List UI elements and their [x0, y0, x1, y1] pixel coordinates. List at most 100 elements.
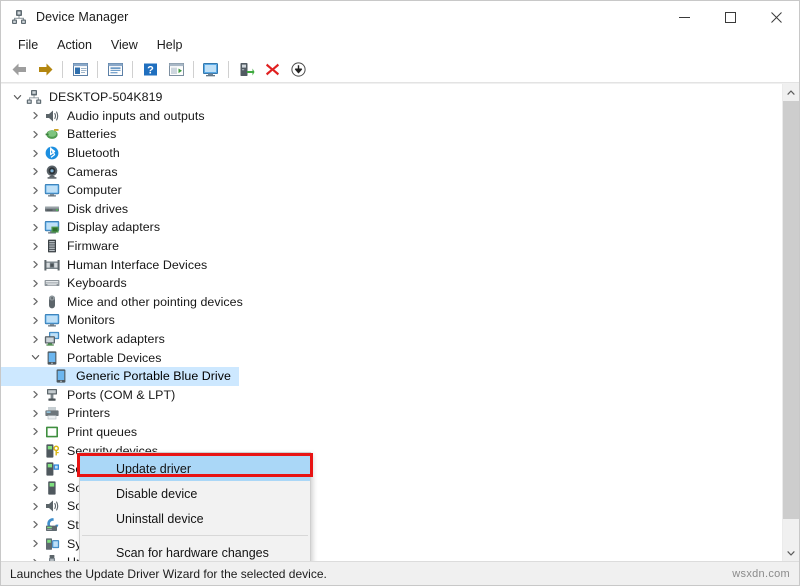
tree-item-desktop-504k819[interactable]: DESKTOP-504K819: [1, 88, 782, 107]
firmware-chip-icon: [44, 238, 61, 254]
camera-icon: [44, 164, 61, 180]
tree-item-label: Generic Portable Blue Drive: [76, 369, 231, 384]
toolbar-separator-3: [132, 61, 133, 78]
chevron-right-icon[interactable]: [27, 335, 44, 344]
tree-item-firmware[interactable]: Firmware: [1, 237, 782, 256]
tree-item-keyboards[interactable]: Keyboards: [1, 274, 782, 293]
tree-item-disk-drives[interactable]: Disk drives: [1, 200, 782, 219]
chevron-right-icon[interactable]: [27, 427, 44, 436]
context-menu-item-scan-for-hardware-changes[interactable]: Scan for hardware changes: [80, 540, 310, 561]
context-menu[interactable]: Update driver Disable device Uninstall d…: [79, 452, 311, 561]
chevron-right-icon[interactable]: [27, 520, 44, 529]
tree-item-label: Print queues: [67, 424, 138, 439]
toolbar-separator-4: [193, 61, 194, 78]
tree-item-label: Firmware: [67, 239, 120, 254]
tree-item-network-adapters[interactable]: Network adapters: [1, 330, 782, 349]
update-driver-button[interactable]: [233, 59, 259, 81]
menu-file[interactable]: File: [9, 35, 47, 55]
minimize-button[interactable]: [661, 1, 707, 33]
chevron-right-icon[interactable]: [27, 260, 44, 269]
chevron-right-icon[interactable]: [27, 149, 44, 158]
print-queue-icon: [44, 424, 61, 440]
tree-item-batteries[interactable]: Batteries: [1, 125, 782, 144]
context-menu-item-uninstall-device[interactable]: Uninstall device: [80, 506, 310, 531]
tree-item-label: Human Interface Devices: [67, 257, 208, 272]
tree-item-monitors[interactable]: Monitors: [1, 311, 782, 330]
security-device-icon: [44, 443, 61, 459]
disable-device-button[interactable]: [285, 59, 311, 81]
toolbar: ?: [1, 57, 799, 83]
show-hide-console-tree-button[interactable]: [67, 59, 93, 81]
tree-item-human-interface-devices[interactable]: Human Interface Devices: [1, 255, 782, 274]
toolbar-separator-1: [62, 61, 63, 78]
tree-item-label: Network adapters: [67, 332, 165, 347]
properties-button[interactable]: [102, 59, 128, 81]
chevron-right-icon[interactable]: [27, 409, 44, 418]
maximize-button[interactable]: [707, 1, 753, 33]
back-button[interactable]: [6, 59, 32, 81]
scrollbar-thumb[interactable]: [783, 101, 799, 519]
chevron-down-icon[interactable]: [27, 353, 44, 362]
help-button[interactable]: ?: [137, 59, 163, 81]
chevron-right-icon[interactable]: [27, 242, 44, 251]
port-icon: [44, 387, 61, 403]
scroll-down-icon[interactable]: [783, 544, 799, 561]
chevron-right-icon[interactable]: [27, 558, 44, 561]
scan-for-hardware-changes-button[interactable]: [198, 59, 224, 81]
context-menu-item-update-driver[interactable]: Update driver: [80, 456, 310, 481]
menu-action[interactable]: Action: [48, 35, 101, 55]
forward-button[interactable]: [32, 59, 58, 81]
chevron-right-icon[interactable]: [27, 297, 44, 306]
scroll-up-icon[interactable]: [783, 84, 799, 101]
chevron-right-icon[interactable]: [27, 483, 44, 492]
tree-item-mice-and-other-pointing-devices[interactable]: Mice and other pointing devices: [1, 293, 782, 312]
speaker-icon: [44, 498, 61, 514]
tree-item-audio-inputs-and-outputs[interactable]: Audio inputs and outputs: [1, 107, 782, 126]
tree-item-ports[interactable]: Ports (COM & LPT): [1, 386, 782, 405]
status-text: Launches the Update Driver Wizard for th…: [10, 566, 327, 581]
chevron-right-icon[interactable]: [27, 223, 44, 232]
chevron-right-icon[interactable]: [27, 186, 44, 195]
tree-item-label: Display adapters: [67, 220, 161, 235]
hid-icon: [44, 257, 61, 273]
battery-icon: [44, 126, 61, 142]
tree-item-printers[interactable]: Printers: [1, 404, 782, 423]
bluetooth-icon: [44, 145, 61, 161]
context-menu-separator-1: [82, 535, 308, 536]
device-manager-icon: [11, 9, 27, 25]
software-component-icon: [44, 461, 61, 477]
scrollbar-track[interactable]: [783, 101, 799, 544]
tree-item-display-adapters[interactable]: Display adapters: [1, 218, 782, 237]
vertical-scrollbar[interactable]: [782, 84, 799, 561]
menu-help[interactable]: Help: [148, 35, 192, 55]
chevron-right-icon[interactable]: [27, 446, 44, 455]
context-menu-item-disable-device[interactable]: Disable device: [80, 481, 310, 506]
chevron-right-icon[interactable]: [27, 279, 44, 288]
chevron-right-icon[interactable]: [27, 390, 44, 399]
chevron-right-icon[interactable]: [27, 465, 44, 474]
chevron-right-icon[interactable]: [27, 130, 44, 139]
show-hide-action-pane-button[interactable]: [163, 59, 189, 81]
close-button[interactable]: [753, 1, 799, 33]
tree-item-cameras[interactable]: Cameras: [1, 162, 782, 181]
monitor-icon: [44, 312, 61, 328]
display-adapter-icon: [44, 219, 61, 235]
chevron-right-icon[interactable]: [27, 316, 44, 325]
chevron-down-icon[interactable]: [9, 93, 26, 102]
tree-item-label: Bluetooth: [67, 146, 120, 161]
chevron-right-icon[interactable]: [27, 167, 44, 176]
tree-item-computer[interactable]: Computer: [1, 181, 782, 200]
uninstall-device-button[interactable]: [259, 59, 285, 81]
tree-item-bluetooth[interactable]: Bluetooth: [1, 144, 782, 163]
tree-item-portable-devices[interactable]: Portable Devices: [1, 348, 782, 367]
chevron-right-icon[interactable]: [27, 204, 44, 213]
menu-view[interactable]: View: [102, 35, 147, 55]
chevron-right-icon[interactable]: [27, 502, 44, 511]
tree-item-print-queues[interactable]: Print queues: [1, 423, 782, 442]
monitor-icon: [44, 182, 61, 198]
watermark: wsxdn.com: [732, 567, 790, 580]
tree-item-generic-portable-blue-drive[interactable]: Generic Portable Blue Drive: [1, 366, 782, 386]
disk-drive-icon: [44, 201, 61, 217]
chevron-right-icon[interactable]: [27, 539, 44, 548]
chevron-right-icon[interactable]: [27, 111, 44, 120]
